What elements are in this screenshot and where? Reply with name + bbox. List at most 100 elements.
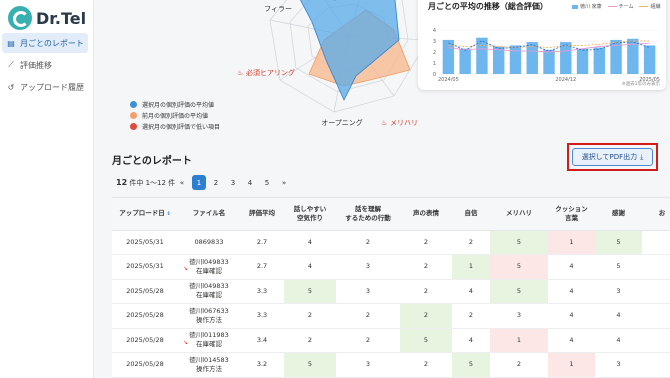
column-header: 評価平均 bbox=[240, 198, 284, 231]
table-row[interactable]: 2025/05/28 徳川l067633 操作方法 3.3 2 2 2 2 3 4 4 bbox=[112, 303, 670, 329]
sidebar-item-monthly-report[interactable]: ▤ 月ごとのレポート bbox=[2, 33, 88, 53]
score-cell-value: 3 bbox=[516, 311, 522, 320]
score-cell-value: 4 bbox=[569, 286, 574, 295]
trend-chart: 012342024/05 2024/12 2025/05 bbox=[433, 28, 660, 83]
score-cell: 2 bbox=[336, 328, 400, 353]
report-icon: ▤ bbox=[7, 38, 15, 48]
sidebar-item-evaluation-trend[interactable]: ⟋ 評価推移 bbox=[2, 55, 88, 75]
column-header: メリハリ bbox=[490, 198, 548, 231]
score-cell: 2 bbox=[284, 303, 336, 329]
trend-note: ※過去1年のみ表示 bbox=[621, 82, 660, 87]
pagination-page-4[interactable]: 4 bbox=[243, 175, 257, 190]
sidebar-nav: ▤ 月ごとのレポート ⟋ 評価推移 ↺ アップロード履歴 bbox=[2, 33, 88, 99]
score-cell-value: 2 bbox=[423, 360, 429, 369]
trend-bar bbox=[560, 42, 572, 74]
score-cell-value: 2 bbox=[307, 311, 313, 320]
score-cell-value: 4 bbox=[307, 262, 313, 271]
score-cell: 5 bbox=[284, 279, 336, 304]
score-cell: 4 bbox=[595, 328, 642, 353]
score-cell-value: 2 bbox=[423, 311, 429, 320]
legend-dot-icon bbox=[130, 112, 137, 119]
line-chart-icon: ⟋ bbox=[8, 60, 14, 69]
score-cell-value: 5 bbox=[468, 360, 474, 369]
score-cell-value: 2 bbox=[365, 311, 371, 320]
upload-date-cell: 2025/05/28 bbox=[112, 279, 178, 304]
table-row[interactable]: 2025/05/28 徳川l049833 在庫確認 3.3 5 3 2 4 5 4 3 bbox=[112, 279, 670, 304]
score-cell: 3 bbox=[336, 352, 400, 378]
trend-card: 月ごとの平均の推移（総合評価） 徳川 家康 チーム 組織 0 1 2 3 4 2024/0… bbox=[418, 0, 666, 90]
radar-label-merihari: メリハリ bbox=[390, 119, 418, 127]
pagination-page-5[interactable]: 5 bbox=[260, 175, 274, 190]
column-header-label: 感謝 bbox=[612, 209, 625, 218]
upload-date-cell: 2025/05/31 bbox=[112, 254, 178, 280]
table-row[interactable]: 2025/05/28 徳川l011983 在庫確認 ↘ 3.4 2 2 5 4 1 4 4 bbox=[112, 328, 670, 353]
pagination-page-2[interactable]: 2 bbox=[209, 175, 223, 190]
upload-date-cell: 2025/05/31 bbox=[112, 230, 178, 255]
score-cell: 2 bbox=[400, 230, 452, 255]
score-cell: 4 bbox=[548, 254, 595, 280]
score-cell-value: 2 bbox=[365, 237, 371, 246]
x-tick-label: 2024/05 bbox=[438, 77, 459, 83]
score-cell bbox=[642, 328, 670, 353]
average-score-cell: 3.4 bbox=[240, 328, 284, 353]
pagination-first-button[interactable]: « bbox=[175, 175, 189, 190]
score-cell-value: 5 bbox=[307, 286, 313, 295]
score-cell: 2 bbox=[284, 328, 336, 353]
radar-selected-month-area bbox=[300, 0, 400, 101]
average-score-cell-value: 3.2 bbox=[256, 360, 268, 369]
column-header-label: アップロード日 bbox=[119, 209, 165, 218]
sidebar-item-upload-history[interactable]: ↺ アップロード履歴 bbox=[2, 77, 88, 97]
report-table-container[interactable]: アップロード日 ⇕ ファイル名 評価平均 話しやすい 空気作り 話を理解 するための行動… bbox=[112, 197, 670, 378]
file-name-cell: 徳川l014583 操作方法 bbox=[178, 352, 240, 378]
table-row[interactable]: 2025/05/31 徳川l049833 在庫確認 ↘ 2.7 4 3 2 1 5 4 5 bbox=[112, 254, 670, 280]
score-cell-value: 2 bbox=[307, 335, 313, 344]
column-header: 声の表情 bbox=[400, 198, 452, 231]
logo[interactable]: Dr.Tel bbox=[8, 6, 86, 30]
legend-dot-icon bbox=[130, 101, 137, 108]
y-tick-label: 0 bbox=[433, 72, 436, 78]
sort-icon[interactable]: ⇕ bbox=[165, 211, 171, 217]
sidebar-item-label: 評価推移 bbox=[20, 60, 52, 70]
score-cell-value: 3 bbox=[616, 286, 621, 295]
average-score-cell-value: 3.4 bbox=[256, 335, 268, 344]
average-score-cell: 3.3 bbox=[240, 303, 284, 329]
average-score-cell: 3.3 bbox=[240, 279, 284, 304]
report-table: アップロード日 ⇕ ファイル名 評価平均 話しやすい 空気作り 話を理解 するための行動… bbox=[112, 198, 670, 378]
table-row[interactable]: 2025/05/28 徳川l014583 操作方法 3.2 5 3 2 5 2 1 3 bbox=[112, 352, 670, 378]
pagination-last-button[interactable]: » bbox=[277, 175, 291, 190]
score-cell-value: 5 bbox=[516, 286, 522, 295]
score-cell-value: 2 bbox=[365, 335, 371, 344]
file-name-cell-value: 0869833 bbox=[194, 237, 224, 246]
average-score-cell-value: 3.3 bbox=[256, 311, 268, 320]
score-cell-value: 2 bbox=[423, 286, 429, 295]
upload-date-cell: 2025/05/28 bbox=[112, 303, 178, 329]
pagination-page-1[interactable]: 1 bbox=[192, 175, 206, 190]
column-header-label: メリハリ bbox=[506, 209, 532, 218]
column-header[interactable]: アップロード日 ⇕ bbox=[112, 198, 178, 231]
pagination-page-3[interactable]: 3 bbox=[226, 175, 240, 190]
score-cell: 5 bbox=[452, 352, 490, 378]
average-score-cell: 2.7 bbox=[240, 230, 284, 255]
column-header-label: 話を理解 するための行動 bbox=[345, 204, 391, 222]
table-row[interactable]: 2025/05/31 0869833 2.7 4 2 2 2 5 1 5 bbox=[112, 230, 670, 255]
score-cell-value: 2 bbox=[468, 311, 474, 320]
y-tick-label: 1 bbox=[433, 61, 436, 67]
score-cell-value: 2 bbox=[423, 237, 429, 246]
pdf-export-button[interactable]: 選択してPDF出力 ⤓ bbox=[572, 148, 653, 166]
score-cell: 4 bbox=[595, 303, 642, 329]
history-icon: ↺ bbox=[7, 82, 15, 92]
result-count-total: 12 bbox=[116, 178, 128, 187]
score-cell: 5 bbox=[490, 230, 548, 255]
y-tick-label: 4 bbox=[433, 28, 436, 34]
column-header: 感謝 bbox=[595, 198, 642, 231]
pdf-button-highlight: 選択してPDF出力 ⤓ bbox=[567, 143, 658, 171]
table-body: 2025/05/31 0869833 2.7 4 2 2 2 5 1 5 2025/05/31 徳川l… bbox=[112, 230, 670, 378]
average-score-cell: 2.7 bbox=[240, 254, 284, 280]
score-cell bbox=[642, 352, 670, 378]
file-name-cell-value: 徳川l067633 操作方法 bbox=[189, 306, 229, 324]
score-cell-value: 3 bbox=[616, 360, 621, 369]
score-cell: 5 bbox=[490, 279, 548, 304]
trend-bar bbox=[492, 46, 505, 74]
pagination: « 1 2 3 4 5 » bbox=[175, 175, 291, 190]
score-cell-value: 4 bbox=[468, 335, 474, 344]
